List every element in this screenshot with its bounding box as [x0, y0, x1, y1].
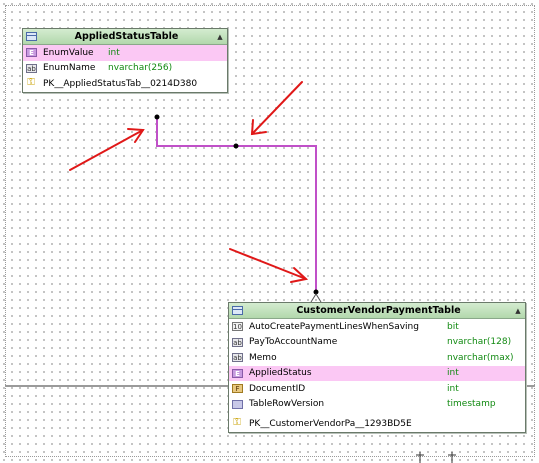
key-icon: ⚿ [233, 417, 241, 429]
column-name: AutoCreatePaymentLinesWhenSaving [249, 321, 419, 332]
column-type: timestamp [447, 399, 496, 410]
annotation-arrow-left [69, 128, 145, 171]
foreign-key-icon: F [232, 384, 243, 394]
column-name: EnumName [43, 63, 96, 74]
collapse-chevron-icon[interactable]: ▲ [216, 33, 224, 41]
column-name: AppliedStatus [249, 368, 312, 379]
column-type: int [108, 47, 120, 58]
table-header[interactable]: CustomerVendorPaymentTable ▲ [229, 303, 525, 319]
column-row[interactable]: 10 AutoCreatePaymentLinesWhenSaving bit [229, 319, 525, 335]
enum-icon: E [26, 48, 37, 58]
relationship-line[interactable] [156, 117, 317, 294]
column-row[interactable]: E AppliedStatus int [229, 365, 525, 381]
string-icon: ab [232, 337, 243, 347]
customer-vendor-payment-table[interactable]: CustomerVendorPaymentTable ▲ 10 AutoCrea… [228, 302, 526, 433]
bit-icon: 10 [232, 322, 243, 332]
string-icon: ab [232, 353, 243, 363]
column-row[interactable]: E EnumValue int [23, 45, 227, 61]
column-name: PayToAccountName [249, 337, 338, 348]
timestamp-icon [232, 399, 243, 409]
primary-key-row[interactable]: ⚿ PK__AppliedStatusTab__0214D380 [23, 76, 227, 92]
column-row[interactable]: ab EnumName nvarchar(256) [23, 61, 227, 77]
column-type: nvarchar(256) [108, 63, 173, 74]
primary-key-row[interactable]: ⚿ PK__CustomerVendorPa__1293BD5E [229, 416, 525, 432]
column-name: TableRowVersion [249, 399, 325, 410]
collapse-chevron-icon[interactable]: ▲ [514, 307, 522, 315]
column-type: nvarchar(128) [447, 337, 512, 348]
column-type: nvarchar(max) [447, 352, 514, 363]
table-header[interactable]: AppliedStatusTable ▲ [23, 29, 227, 45]
column-row[interactable]: F DocumentID int [229, 381, 525, 397]
table-icon [26, 32, 37, 41]
crowfoot-icon [310, 293, 322, 303]
column-row[interactable]: ab Memo nvarchar(max) [229, 350, 525, 366]
table-icon [232, 306, 243, 315]
applied-status-table[interactable]: AppliedStatusTable ▲ E EnumValue int ab … [22, 28, 228, 93]
key-name: PK__AppliedStatusTab__0214D380 [43, 78, 198, 89]
column-type: int [447, 368, 459, 379]
column-type: int [447, 383, 459, 394]
offscreen-connector-ticks [416, 452, 456, 463]
column-name: EnumValue [43, 47, 94, 58]
annotation-arrow-right [250, 81, 303, 136]
column-name: DocumentID [249, 383, 306, 394]
column-row[interactable]: TableRowVersion timestamp [229, 397, 525, 413]
column-row[interactable]: ab PayToAccountName nvarchar(128) [229, 335, 525, 351]
connector-endpoint-top[interactable] [154, 114, 160, 120]
table-title: AppliedStatusTable [74, 31, 179, 42]
enum-icon: E [232, 368, 243, 378]
table-title: CustomerVendorPaymentTable [296, 305, 461, 316]
key-icon: ⚿ [27, 77, 35, 89]
key-name: PK__CustomerVendorPa__1293BD5E [249, 418, 412, 429]
column-type: bit [447, 321, 459, 332]
annotation-arrow-bottom [229, 248, 309, 283]
connector-midpoint[interactable] [233, 143, 239, 149]
string-icon: ab [26, 63, 37, 73]
column-name: Memo [249, 352, 277, 363]
